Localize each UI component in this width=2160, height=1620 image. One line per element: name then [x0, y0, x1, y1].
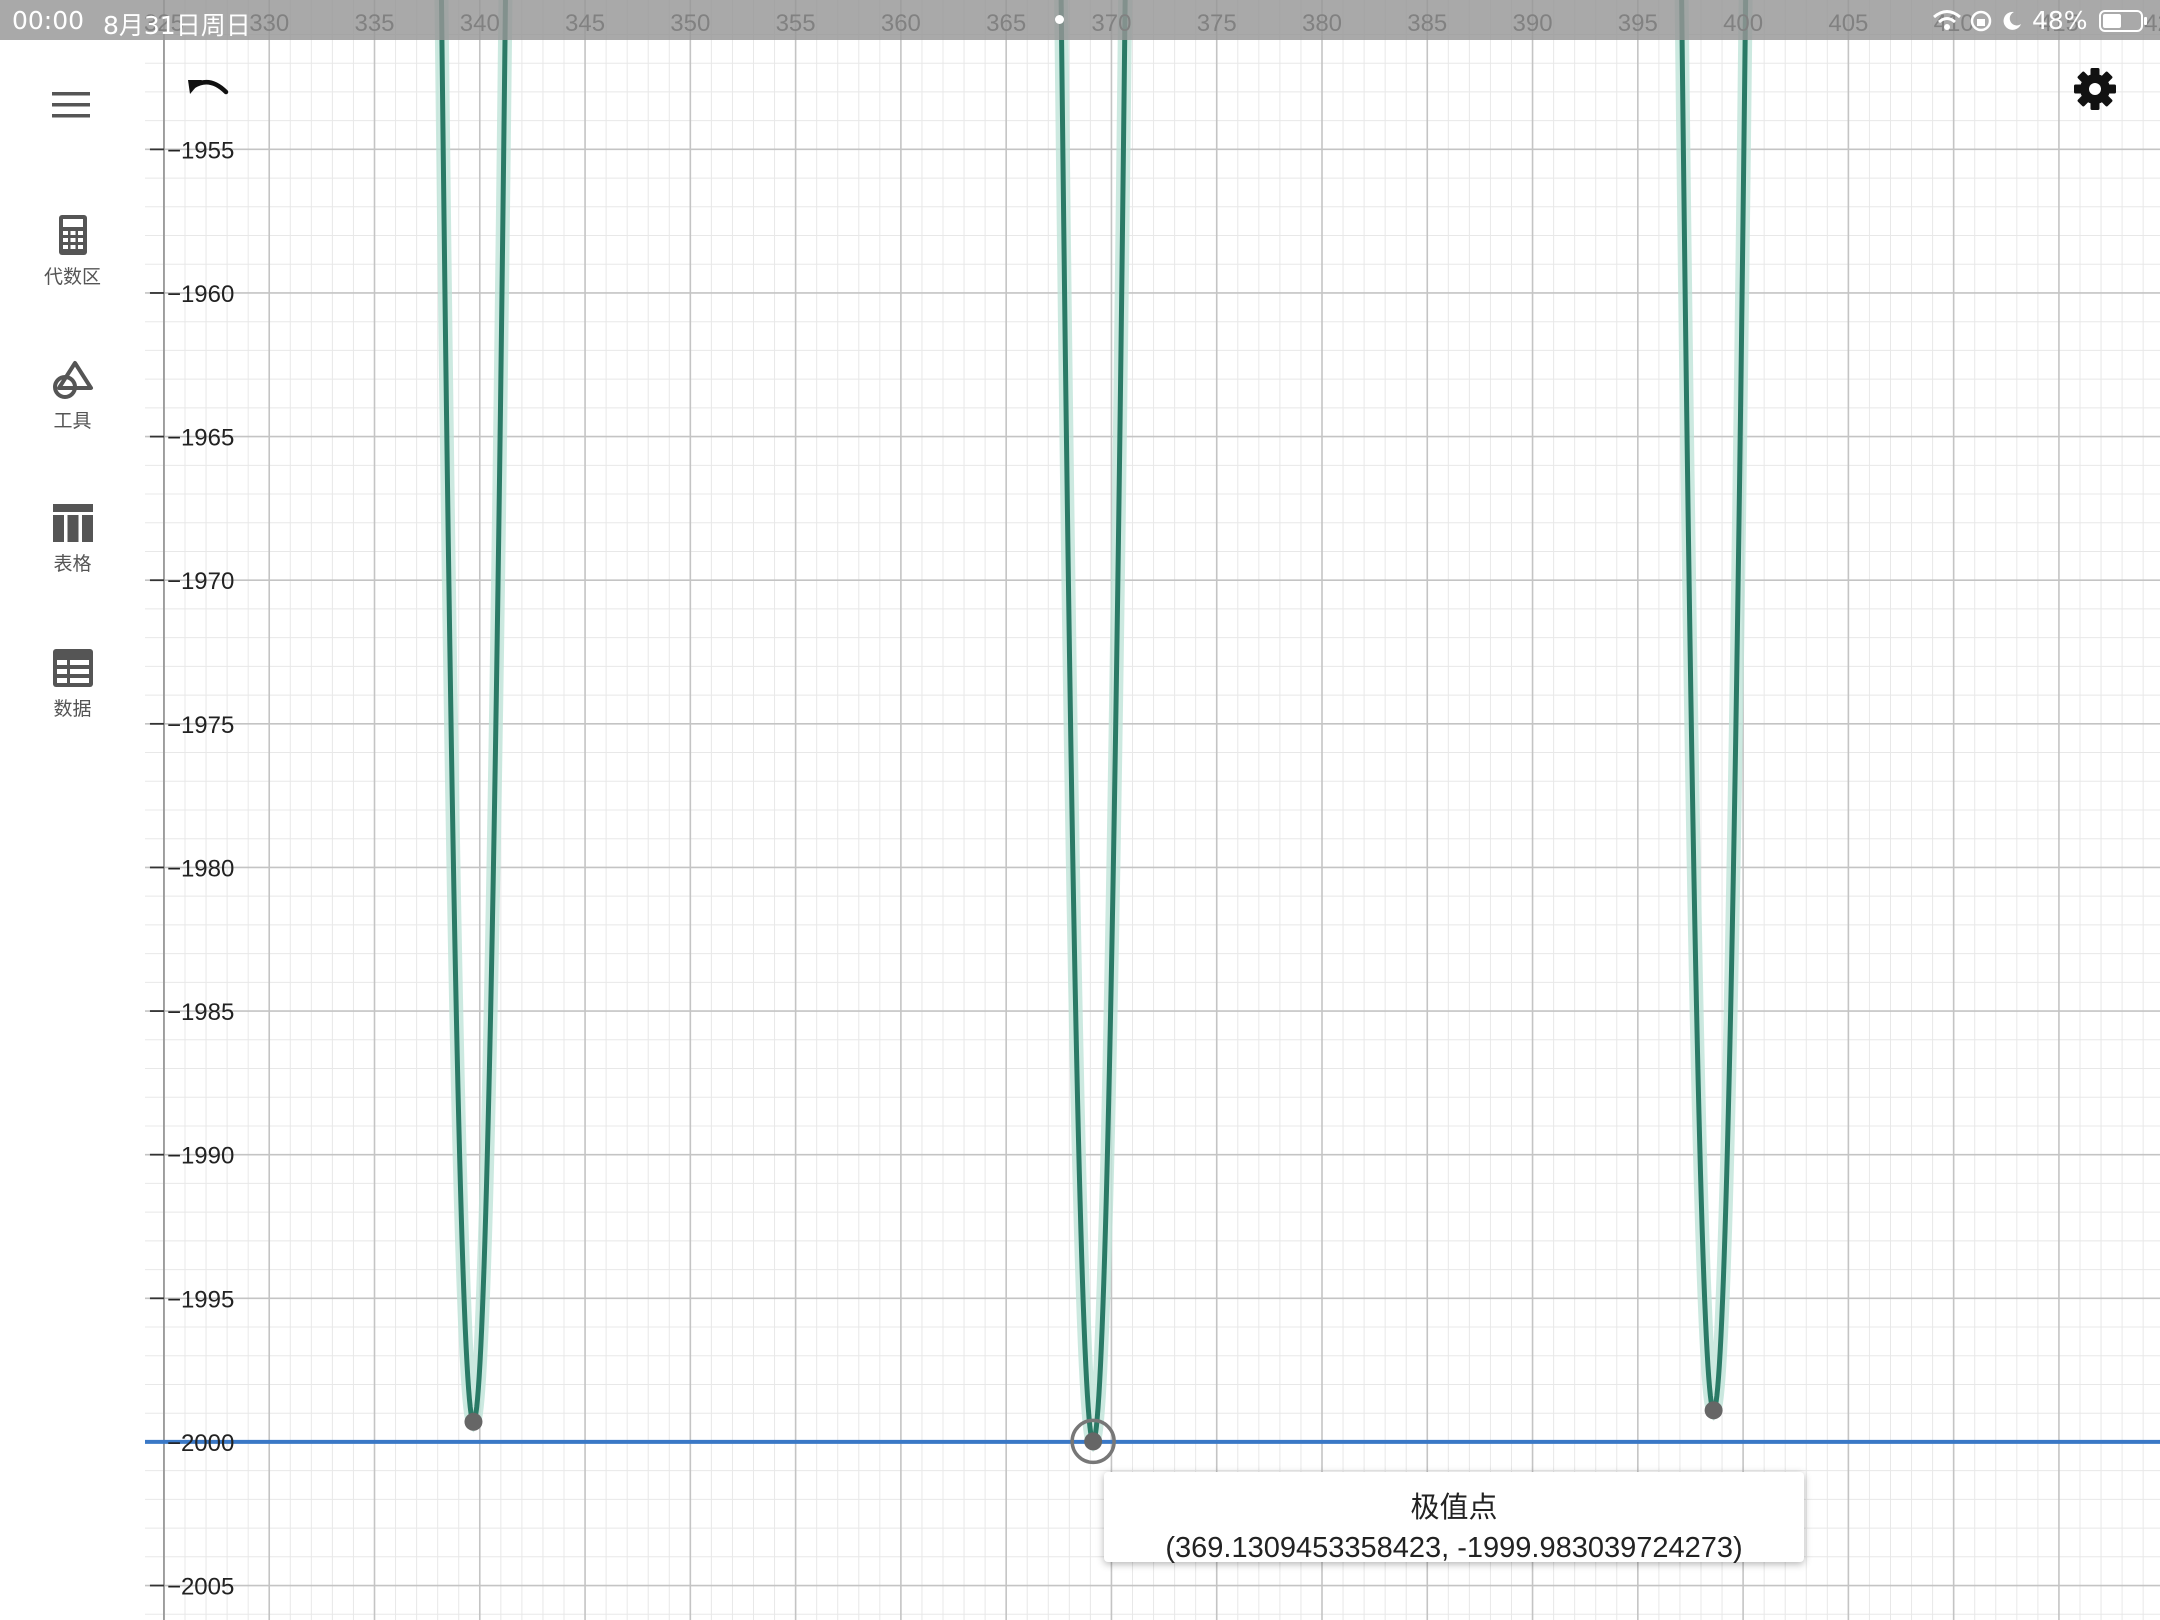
- status-bar: 00:00 8月31日周日 48%: [0, 0, 2160, 40]
- sidebar-item-label: 数据: [53, 698, 92, 720]
- app-window: 3253303353403453503553603653703753803853…: [0, 0, 2160, 1620]
- sidebar-item-table[interactable]: 表格: [0, 503, 145, 576]
- y-tick-label: −1955: [167, 137, 234, 164]
- spreadsheet-icon: [52, 649, 93, 687]
- sidebar-item-algebra[interactable]: 代数区: [0, 214, 145, 289]
- sidebar-item-tools[interactable]: 工具: [0, 360, 145, 433]
- table-icon: [52, 504, 93, 542]
- graphics-view[interactable]: 3253303353403453503553603653703753803853…: [145, 0, 2160, 1620]
- extremum-point[interactable]: [1704, 1401, 1723, 1420]
- geometry-tools-icon: [52, 361, 93, 399]
- gear-icon[interactable]: [2072, 66, 2118, 112]
- wifi-icon: [1933, 10, 1961, 30]
- extremum-point[interactable]: [1084, 1432, 1103, 1451]
- tooltip-title: 极值点: [1410, 1490, 1498, 1524]
- undo-icon[interactable]: [184, 70, 234, 110]
- moon-icon: [2003, 11, 2021, 30]
- status-date: 8月31日周日: [103, 11, 251, 40]
- function-curve[interactable]: [434, 0, 1753, 1453]
- y-tick-label: −1975: [167, 712, 234, 739]
- y-tick-label: −1960: [167, 281, 234, 308]
- y-tick-label: −2005: [167, 1574, 234, 1601]
- sidebar-item-data[interactable]: 数据: [0, 648, 145, 721]
- battery-icon: [2099, 10, 2147, 32]
- status-time: 00:00: [12, 6, 85, 35]
- left-sidebar: 代数区 工具 表格 数据: [0, 0, 145, 1620]
- y-tick-label: −1965: [167, 425, 234, 452]
- calculator-icon: [58, 215, 87, 255]
- y-tick-label: −1995: [167, 1286, 234, 1313]
- extremum-point[interactable]: [464, 1412, 483, 1431]
- orientation-lock-icon: [1970, 10, 1992, 32]
- camera-dot-icon: [1055, 15, 1064, 24]
- extremum-tooltip: 极值点 (369.1309453358423, -1999.9830397242…: [1104, 1472, 1804, 1564]
- sidebar-item-label: 代数区: [43, 266, 101, 288]
- y-axis-tick-labels: −1955 −1960 −1965 −1970 −1975 −1980 −1985 −1990…: [167, 137, 234, 1600]
- sidebar-item-label: 表格: [53, 553, 92, 575]
- tooltip-coordinates: (369.1309453358423, -1999.983039724273): [1165, 1532, 1743, 1564]
- sidebar-item-label: 工具: [53, 410, 92, 432]
- battery-percentage: 48%: [2032, 6, 2088, 35]
- y-tick-label: −1980: [167, 855, 234, 882]
- y-tick-label: −1990: [167, 1143, 234, 1170]
- y-tick-label: −2000: [167, 1430, 234, 1457]
- y-tick-label: −1970: [167, 568, 234, 595]
- hamburger-menu-icon[interactable]: [50, 88, 94, 122]
- y-tick-label: −1985: [167, 999, 234, 1026]
